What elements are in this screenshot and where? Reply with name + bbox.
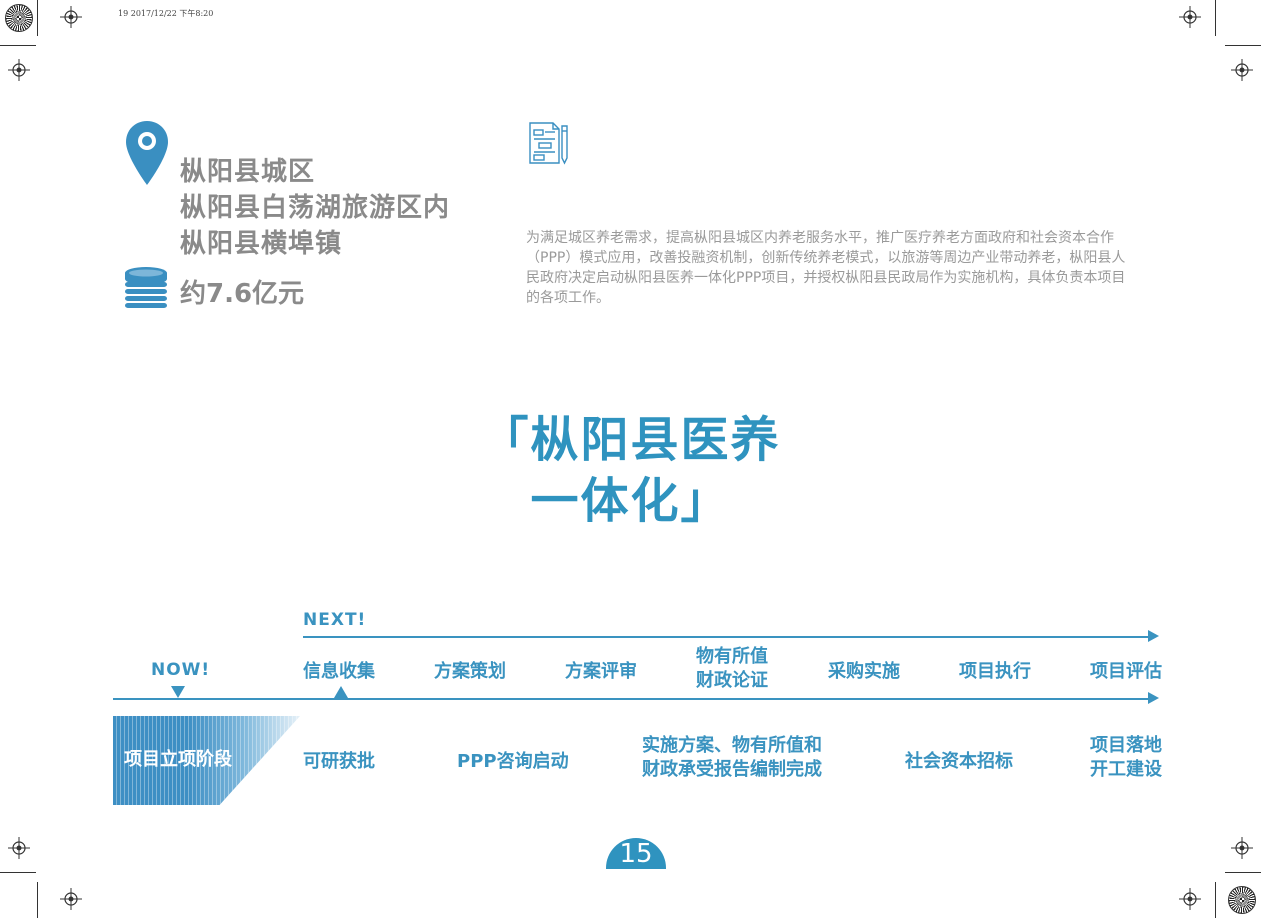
crosshair-icon [1231,837,1253,859]
stage-evaluation: 项目评估 [1090,661,1162,682]
map-pin-icon [126,121,168,185]
crosshair-icon [8,837,30,859]
page-title-line-1: 「枞阳县医养 [480,412,781,468]
crosshair-icon [60,6,82,28]
crosshair-icon [1231,59,1253,81]
next-label: NEXT! [303,610,367,630]
crop-mark [1225,45,1261,46]
milestone-ppp-consulting: PPP咨询启动 [457,751,569,772]
stage-plan-review: 方案评审 [565,661,637,682]
location-line-3: 枞阳县横埠镇 [180,229,343,259]
crosshair-icon [8,59,30,81]
stage-vfm-assessment: 物有所值 财政论证 [696,646,768,691]
registration-star-top-left [5,4,33,32]
now-label: NOW! [151,660,211,680]
current-phase-label: 项目立项阶段 [124,749,232,770]
timeline-arrow-head [1148,692,1159,704]
stage-plan-design: 方案策划 [434,661,506,682]
investment-amount: 约7.6亿元 [180,279,305,309]
crop-mark [37,882,38,918]
milestone-feasibility: 可研获批 [303,751,375,772]
registration-star-bottom-right [1228,886,1256,914]
document-pencil-icon [529,122,568,165]
crop-mark [0,872,36,873]
milestone-capital-tender: 社会资本招标 [905,751,1013,772]
milestone-reports-complete: 实施方案、物有所值和 财政承受报告编制完成 [642,735,822,780]
coin-stack-icon [125,267,167,308]
crop-mark [0,45,36,46]
print-slug: 19 2017/12/22 下午8:20 [118,9,214,18]
location-line-1: 枞阳县城区 [180,157,316,187]
crop-mark [37,0,38,36]
crosshair-icon [1179,6,1201,28]
crop-mark [1215,0,1216,36]
project-description: 为满足城区养老需求，提高枞阳县城区内养老服务水平，推广医疗养老方面政府和社会资本… [526,230,1126,306]
timeline-axis [113,698,1151,700]
next-marker [334,686,348,698]
crosshair-icon [60,888,82,910]
stage-info-collection: 信息收集 [303,661,375,682]
stage-execution: 项目执行 [959,661,1031,682]
location-line-2: 枞阳县白荡湖旅游区内 [180,193,451,223]
crop-mark [1225,872,1261,873]
now-marker [171,686,185,698]
milestone-construction: 项目落地 开工建设 [1090,735,1162,780]
crop-mark [1215,882,1216,918]
crosshair-icon [1179,888,1201,910]
next-arrow-line [303,636,1151,638]
next-arrow-head [1148,630,1159,642]
page-number: 15 [619,839,653,869]
page-title-line-2: 一体化」 [530,473,731,529]
stage-procurement: 采购实施 [828,661,900,682]
